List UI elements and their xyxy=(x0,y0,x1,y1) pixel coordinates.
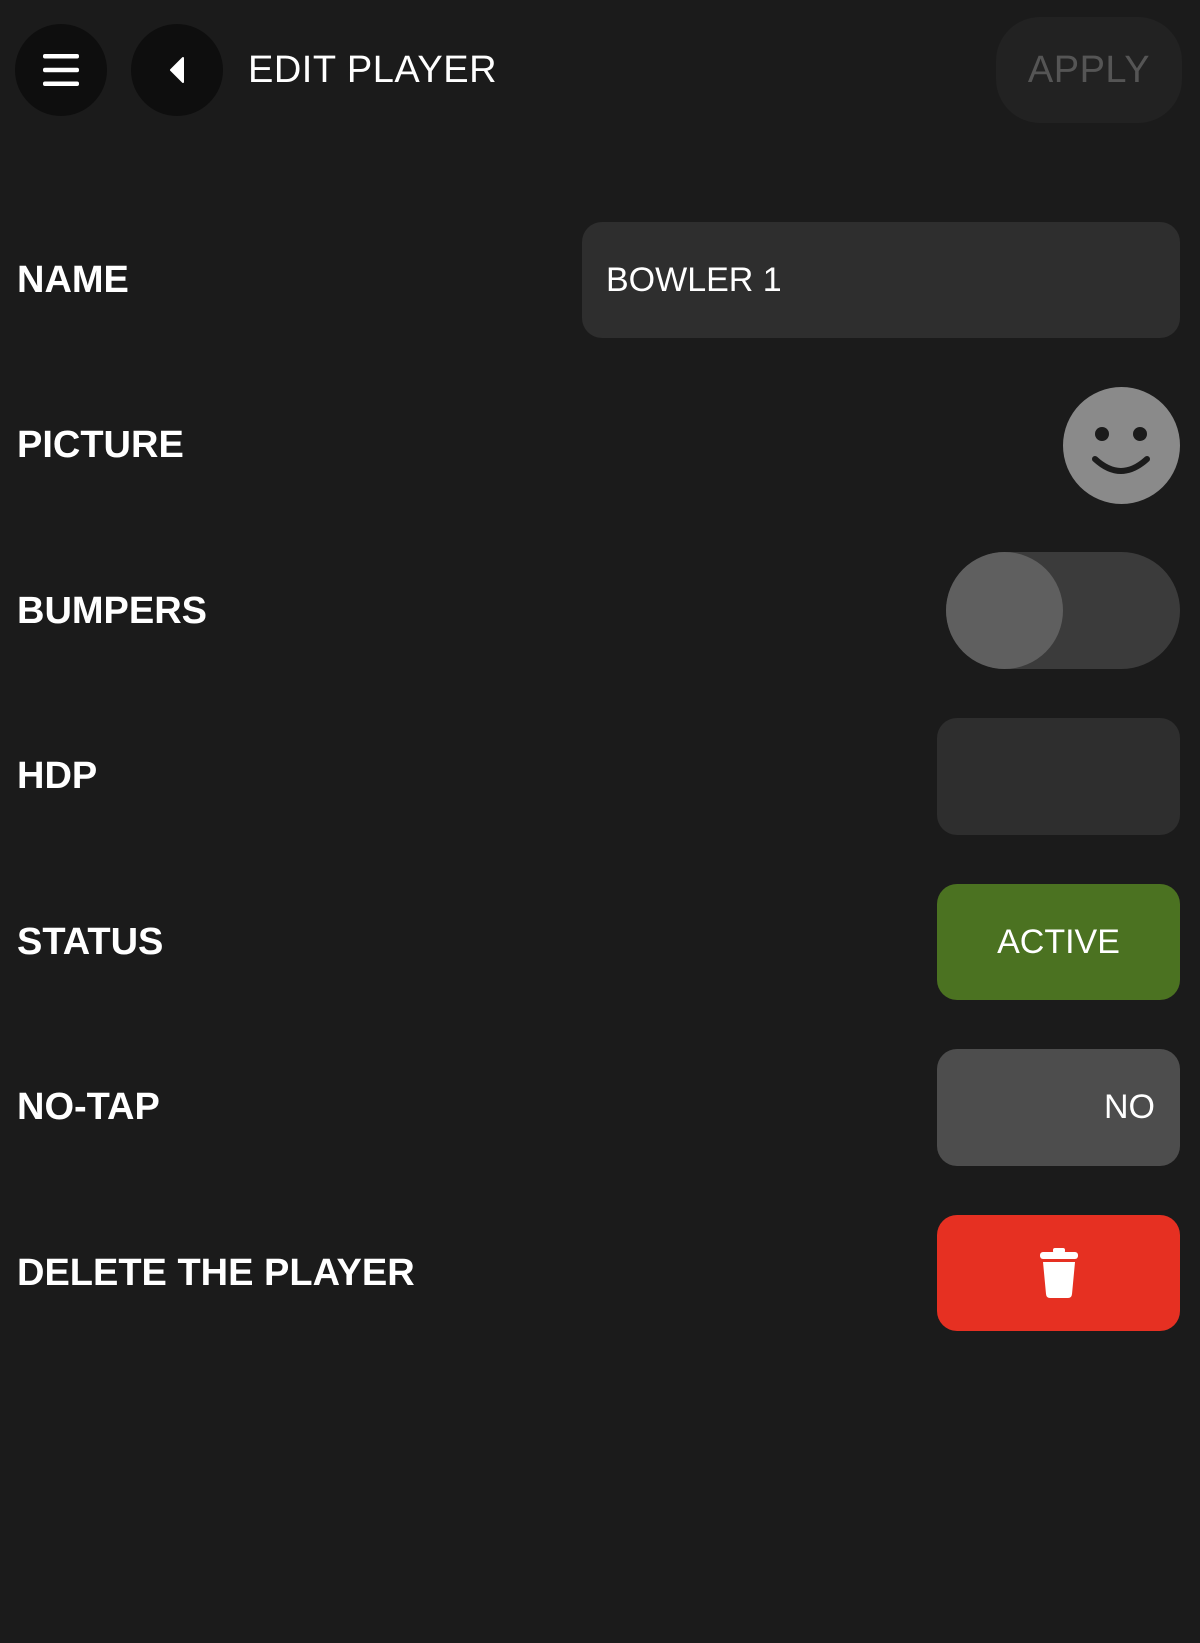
trash-icon xyxy=(1039,1248,1078,1298)
top-bar: EDIT PLAYER APPLY xyxy=(0,0,1200,140)
toggle-knob[interactable] xyxy=(946,552,1063,669)
page-title: EDIT PLAYER xyxy=(248,49,498,91)
avatar-picker[interactable] xyxy=(1063,387,1180,504)
hdp-label: HDP xyxy=(17,755,98,797)
no-tap-label: NO-TAP xyxy=(17,1086,160,1128)
menu-button[interactable] xyxy=(15,24,107,116)
hamburger-menu-icon xyxy=(43,54,79,86)
status-button[interactable]: ACTIVE xyxy=(937,884,1180,1000)
name-input[interactable] xyxy=(582,222,1180,338)
picture-label: PICTURE xyxy=(17,424,184,466)
back-button[interactable] xyxy=(131,24,223,116)
smiley-face-icon xyxy=(1092,427,1150,474)
name-label: NAME xyxy=(17,259,129,301)
caret-left-icon xyxy=(170,57,184,83)
no-tap-select[interactable]: NO xyxy=(937,1049,1180,1166)
bumpers-toggle[interactable] xyxy=(946,552,1180,669)
bumpers-label: BUMPERS xyxy=(17,590,208,632)
hdp-input[interactable] xyxy=(937,718,1180,835)
delete-player-label: DELETE THE PLAYER xyxy=(17,1252,415,1294)
delete-player-button[interactable] xyxy=(937,1215,1180,1331)
apply-button[interactable]: APPLY xyxy=(996,17,1182,123)
status-label: STATUS xyxy=(17,921,164,963)
